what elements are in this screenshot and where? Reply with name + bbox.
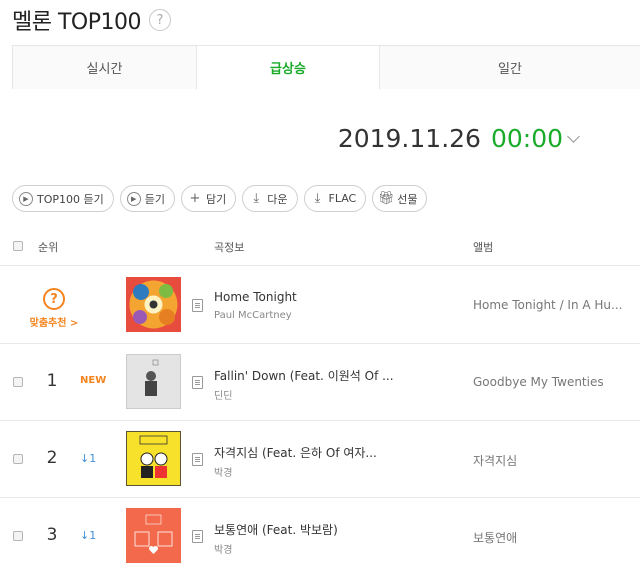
add-button[interactable]: + 담기 [181,185,237,212]
flac-label: FLAC [328,192,357,205]
rank-change-down: ↓1 [80,452,96,465]
play-button[interactable]: ▶ 듣기 [119,185,175,212]
album-name[interactable]: 보통연애 [473,529,517,546]
table-row: 3 ↓1 보통연애 (Feat. 박보람) 박경 보통연애 [0,498,640,570]
rank-number: 1 [46,371,58,391]
play-icon: ▶ [19,191,33,206]
song-title[interactable]: Fallin' Down (Feat. 이원석 Of ... [214,367,394,384]
tab-realtime[interactable]: 실시간 [12,45,196,89]
table-row: 1 NEW Fallin' Down (Feat. 이원석 Of ... 딘딘 … [0,344,640,421]
tab-rising[interactable]: 급상승 [196,45,380,90]
header-album: 앨범 [473,241,494,254]
plus-icon: + [189,191,201,206]
rank-change-value: 1 [89,452,97,465]
table-row: 2 ↓1 자격지심 (Feat. 은하 Of 여자... 박경 자격지심 [0,421,640,498]
album-art[interactable] [126,354,181,409]
download-icon: ⤓ [314,191,321,206]
album-art[interactable] [126,508,181,563]
flac-button[interactable]: ⤓ FLAC [303,185,367,212]
rank-change-new: NEW [80,375,107,386]
row-checkbox[interactable] [13,377,23,387]
select-all-checkbox[interactable] [13,241,23,251]
song-title[interactable]: Home Tonight [214,290,297,304]
rank-number: 2 [46,448,58,468]
question-icon: ? [43,288,65,310]
rank-change-down: ↓1 [80,529,96,542]
artist-name[interactable]: 박경 [214,541,232,556]
page-header: 멜론 TOP100 ? [12,6,171,35]
page-title: 멜론 TOP100 [12,10,142,35]
recommend-label: 맞춤추천 > [29,318,79,329]
play-top100-button[interactable]: ▶ TOP100 듣기 [12,185,114,212]
download-label: 다운 [267,192,288,206]
chevron-down-icon[interactable] [567,130,580,143]
arrow-down-icon: ↓ [80,529,90,542]
gift-label: 선물 [397,192,418,206]
song-title[interactable]: 자격지심 (Feat. 은하 Of 여자... [214,444,377,461]
artist-name[interactable]: 딘딘 [214,387,232,402]
song-info-icon[interactable] [192,299,203,312]
row-checkbox[interactable] [13,454,23,464]
chart-date: 2019.11.26 [337,124,481,153]
rank-number: 3 [46,525,58,545]
add-label: 담기 [206,192,227,206]
album-art[interactable] [126,277,181,332]
play-top100-label: TOP100 듣기 [37,192,104,206]
play-icon: ▶ [126,191,141,206]
arrow-down-icon: ↓ [80,452,90,465]
album-name[interactable]: Goodbye My Twenties [473,375,604,389]
song-title[interactable]: 보통연애 (Feat. 박보람) [214,521,338,538]
header-rank: 순위 [38,241,59,254]
song-info-icon[interactable] [192,376,203,389]
toolbar: ▶ TOP100 듣기 ▶ 듣기 + 담기 ⤓ 다운 ⤓ FLAC 🎁︎ 선물 [12,185,428,212]
album-name[interactable]: 자격지심 [473,452,517,469]
download-button[interactable]: ⤓ 다운 [242,185,298,212]
table-row: ? 맞춤추천 > Home Tonight Paul McCartney Hom… [0,267,640,344]
rank-change-value: 1 [89,529,97,542]
artist-name[interactable]: Paul McCartney [214,310,292,321]
header-song-info: 곡정보 [214,241,245,254]
album-art[interactable] [126,431,181,486]
gift-icon: 🎁︎ [377,191,395,206]
date-selector[interactable]: 2019.11.26 00:00 [337,124,580,153]
play-label: 듣기 [144,192,165,206]
artist-name[interactable]: 박경 [214,464,232,479]
album-name[interactable]: Home Tonight / In A Hu... [473,298,622,312]
song-info-icon[interactable] [192,530,203,543]
song-info-icon[interactable] [192,453,203,466]
recommend-badge[interactable]: ? 맞춤추천 > [26,288,82,329]
chart-time: 00:00 [490,124,563,153]
gift-button[interactable]: 🎁︎ 선물 [372,185,428,212]
tab-daily[interactable]: 일간 [380,45,640,89]
row-checkbox[interactable] [13,531,23,541]
question-icon[interactable]: ? [149,9,171,31]
download-icon: ⤓ [253,191,260,206]
chart-tabs: 실시간 급상승 일간 [12,45,640,90]
table-header: 순위 곡정보 앨범 [0,228,640,266]
